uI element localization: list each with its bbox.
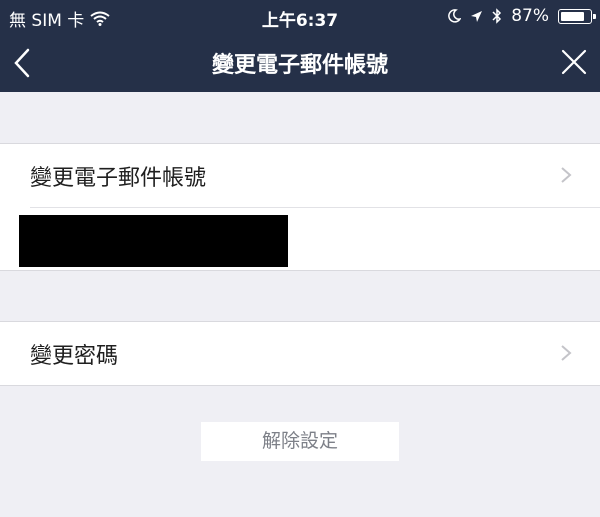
moon-icon	[448, 9, 462, 23]
location-arrow-icon	[471, 10, 483, 22]
status-bar: 無 SIM 卡 上午6:37 87%	[0, 0, 600, 34]
battery-fill	[561, 11, 584, 21]
change-password-label: 變更密碼	[30, 344, 119, 369]
page-title: 變更電子郵件帳號	[211, 53, 388, 78]
unset-button[interactable]: 解除設定	[201, 422, 399, 461]
navigation-bar: 變更電子郵件帳號	[0, 34, 600, 92]
change-email-row[interactable]: 變更電子郵件帳號	[0, 144, 600, 207]
change-email-label: 變更電子郵件帳號	[30, 166, 207, 191]
status-right: 87%	[447, 6, 596, 26]
chevron-right-icon	[561, 345, 572, 361]
battery-icon	[558, 8, 596, 24]
close-icon[interactable]	[560, 48, 588, 76]
email-section: 變更電子郵件帳號	[0, 143, 600, 271]
bluetooth-icon	[492, 8, 502, 24]
password-section: 變更密碼	[0, 321, 600, 386]
battery-percent: 87%	[511, 6, 549, 26]
chevron-right-icon	[561, 167, 572, 183]
email-value-row	[0, 207, 600, 270]
redacted-email	[19, 215, 288, 267]
change-password-row[interactable]: 變更密碼	[0, 322, 600, 385]
